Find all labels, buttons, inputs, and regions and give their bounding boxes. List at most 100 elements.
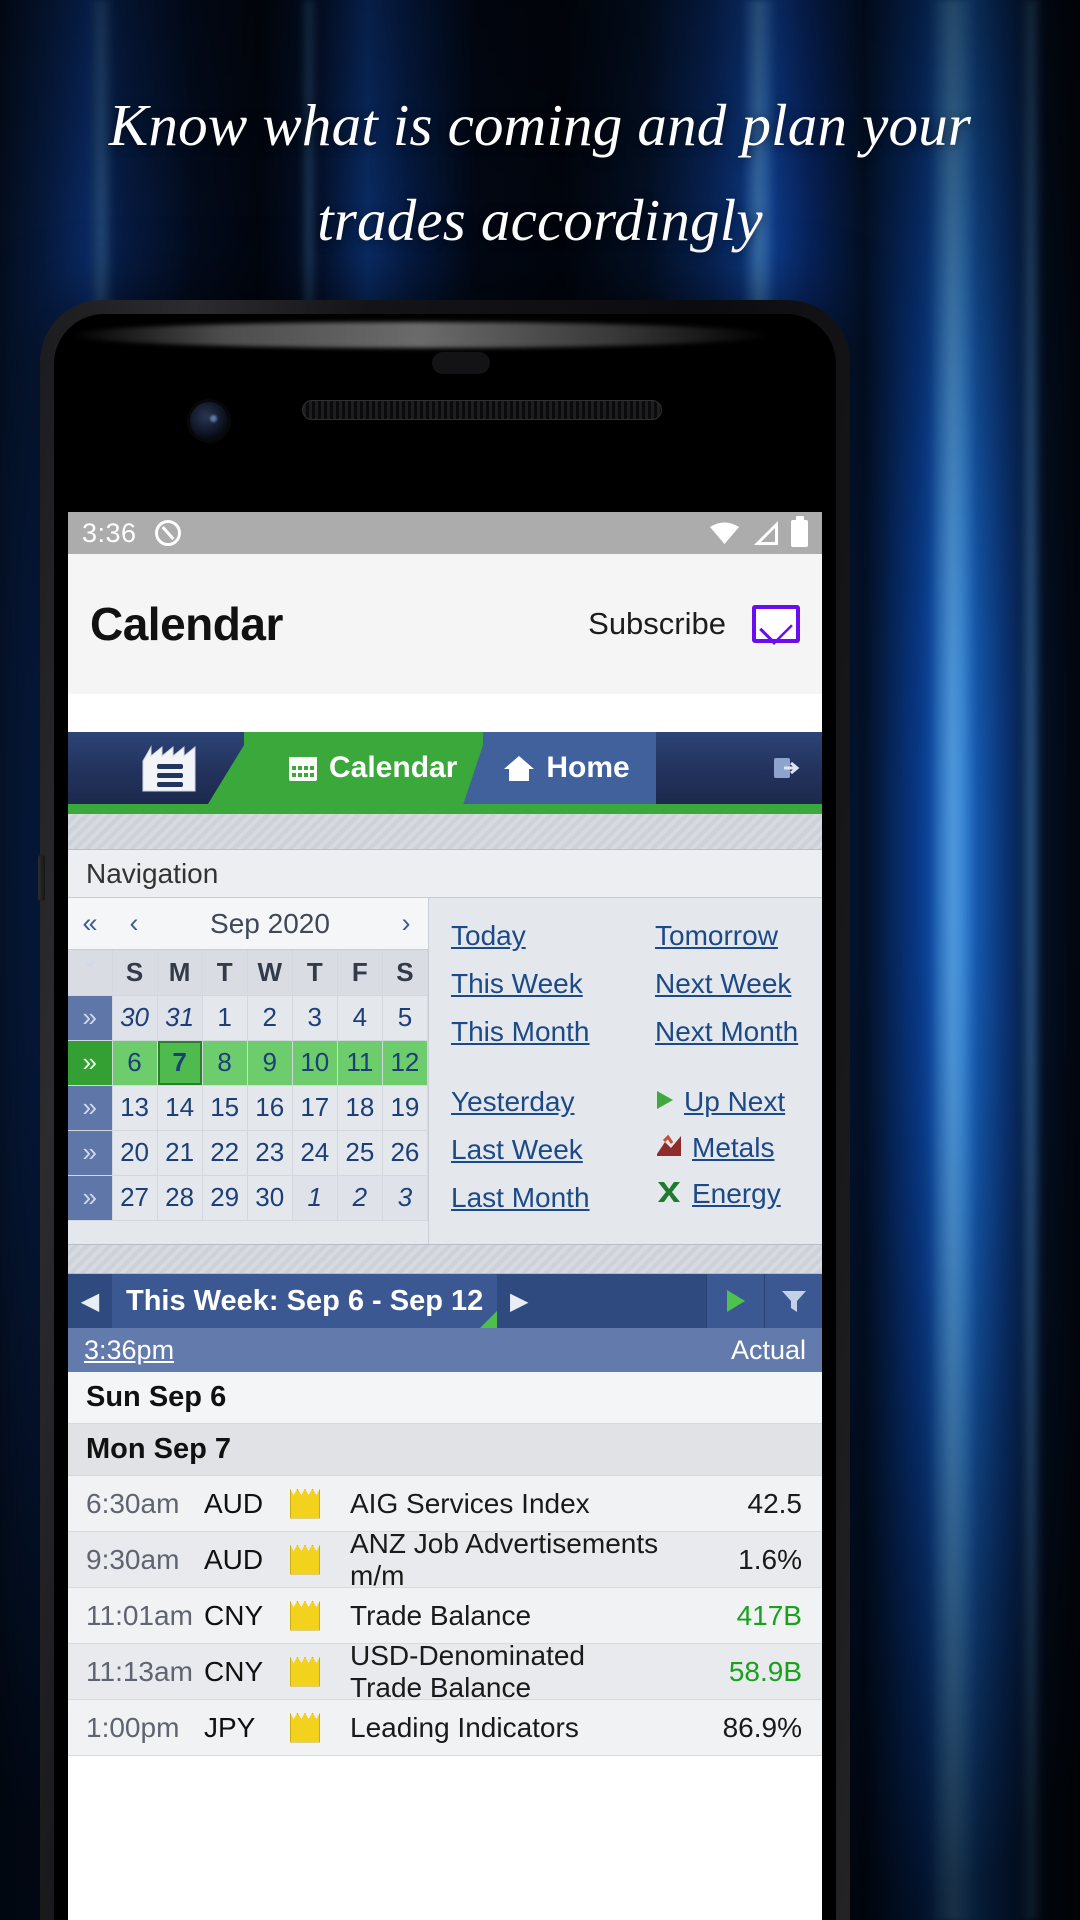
- table-row[interactable]: 11:01am CNY Trade Balance 417B: [68, 1588, 822, 1644]
- current-time-label[interactable]: 3:36pm: [84, 1335, 174, 1366]
- tab-home[interactable]: Home: [483, 732, 656, 804]
- calendar-day-cell[interactable]: 15: [202, 1085, 248, 1131]
- prev-week-button[interactable]: ◀: [68, 1274, 112, 1328]
- week-select-button[interactable]: »: [68, 995, 113, 1041]
- event-name[interactable]: Leading Indicators: [350, 1712, 662, 1744]
- event-name[interactable]: Trade Balance: [350, 1600, 662, 1632]
- logout-icon[interactable]: [770, 753, 800, 783]
- quick-link[interactable]: This Week: [451, 968, 629, 1000]
- calendar-day-cell[interactable]: 26: [382, 1130, 429, 1176]
- quick-link[interactable]: Tomorrow: [655, 920, 798, 952]
- calendar-day-cell[interactable]: 28: [157, 1175, 203, 1221]
- quick-link[interactable]: Today: [451, 920, 629, 952]
- play-icon[interactable]: [706, 1274, 764, 1328]
- quick-link[interactable]: Next Month: [655, 1016, 798, 1048]
- calendar-day-cell[interactable]: 25: [337, 1130, 383, 1176]
- event-impact: [290, 1712, 350, 1743]
- subscribe-label[interactable]: Subscribe: [588, 606, 726, 642]
- event-impact: [290, 1544, 350, 1575]
- calendar-day-cell[interactable]: 5: [382, 995, 429, 1041]
- calendar-day-cell[interactable]: 1: [202, 995, 248, 1041]
- calendar-day-cell[interactable]: 8: [202, 1040, 248, 1086]
- calendar-day-cell[interactable]: 7: [157, 1040, 203, 1086]
- navigation-section-header: Navigation: [68, 850, 822, 898]
- calendar-day-cell[interactable]: 13: [112, 1085, 158, 1131]
- quick-link[interactable]: Last Month: [451, 1182, 629, 1214]
- calendar-day-cell[interactable]: 10: [292, 1040, 338, 1086]
- calendar-day-cell[interactable]: 12: [382, 1040, 429, 1086]
- calendar-day-cell[interactable]: 27: [112, 1175, 158, 1221]
- calendar-day-cell[interactable]: 23: [247, 1130, 293, 1176]
- quick-link[interactable]: Last Week: [451, 1134, 629, 1166]
- headline-line-2: trades accordingly: [317, 187, 763, 253]
- weekday-header: M: [157, 950, 203, 996]
- table-row[interactable]: 1:00pm JPY Leading Indicators 86.9%: [68, 1700, 822, 1756]
- energy-icon: [655, 1180, 683, 1209]
- quick-link[interactable]: Energy: [692, 1178, 781, 1210]
- event-currency: AUD: [204, 1487, 264, 1519]
- calendar-day-cell[interactable]: 31: [157, 995, 203, 1041]
- week-range-label[interactable]: This Week: Sep 6 - Sep 12: [112, 1274, 498, 1328]
- next-month-button[interactable]: ›: [384, 908, 428, 939]
- calendar-gutter-header[interactable]: ˇ: [68, 950, 113, 996]
- event-currency: CNY: [204, 1599, 264, 1631]
- quick-link[interactable]: Next Week: [655, 968, 798, 1000]
- calendar-week-row[interactable]: » 6 7 8 9 10 11 12: [68, 1040, 429, 1086]
- page-title: Calendar: [90, 598, 283, 650]
- next-week-button[interactable]: ▶: [497, 1274, 541, 1328]
- calendar-day-cell[interactable]: 2: [247, 995, 293, 1041]
- envelope-icon[interactable]: [752, 605, 800, 643]
- calendar-day-cell[interactable]: 9: [247, 1040, 293, 1086]
- calendar-day-cell[interactable]: 20: [112, 1130, 158, 1176]
- calendar-day-cell[interactable]: 18: [337, 1085, 383, 1131]
- event-name[interactable]: AIG Services Index: [350, 1488, 662, 1520]
- promo-headline: Know what is coming and plan your trades…: [0, 78, 1080, 268]
- week-select-button[interactable]: »: [68, 1175, 113, 1221]
- quick-link[interactable]: Yesterday: [451, 1086, 629, 1118]
- do-not-disturb-icon: [154, 520, 181, 546]
- week-select-button[interactable]: »: [68, 1130, 113, 1176]
- calendar-week-row[interactable]: » 13 14 15 16 17 18 19: [68, 1085, 429, 1131]
- metals-icon: [655, 1134, 683, 1163]
- quick-link-row[interactable]: Energy: [655, 1178, 798, 1210]
- calendar-day-cell[interactable]: 30: [112, 995, 158, 1041]
- calendar-day-cell[interactable]: 30: [247, 1175, 293, 1221]
- calendar-day-cell[interactable]: 19: [382, 1085, 429, 1131]
- calendar-day-cell[interactable]: 11: [337, 1040, 383, 1086]
- quick-link[interactable]: This Month: [451, 1016, 629, 1048]
- event-name[interactable]: ANZ Job Advertisements m/m: [350, 1528, 662, 1592]
- phone-bezel: 3:36 Calendar Subscribe Calendar Home Na…: [54, 314, 836, 1920]
- calendar-day-cell[interactable]: 4: [337, 995, 383, 1041]
- calendar-day-cell[interactable]: 14: [157, 1085, 203, 1131]
- quick-link-row[interactable]: Up Next: [655, 1086, 798, 1118]
- calendar-day-cell[interactable]: 24: [292, 1130, 338, 1176]
- calendar-day-cell[interactable]: 17: [292, 1085, 338, 1131]
- table-row[interactable]: 11:13am CNY USD-Denominated Trade Balance 5…: [68, 1640, 822, 1703]
- table-row[interactable]: 6:30am AUD AIG Services Index 42.5: [68, 1476, 822, 1532]
- first-month-button[interactable]: «: [68, 908, 112, 939]
- quick-link-row[interactable]: Metals: [655, 1132, 798, 1164]
- week-select-button[interactable]: »: [68, 1040, 113, 1086]
- prev-month-button[interactable]: ‹: [112, 908, 156, 939]
- tab-calendar[interactable]: Calendar: [244, 732, 484, 804]
- volume-button[interactable]: [38, 855, 45, 901]
- calendar-day-cell[interactable]: 2: [337, 1175, 383, 1221]
- filter-icon[interactable]: [764, 1274, 822, 1328]
- calendar-day-cell[interactable]: 3: [292, 995, 338, 1041]
- app-header-spacer: [68, 694, 822, 732]
- week-select-button[interactable]: »: [68, 1085, 113, 1131]
- calendar-day-cell[interactable]: 29: [202, 1175, 248, 1221]
- calendar-day-cell[interactable]: 22: [202, 1130, 248, 1176]
- calendar-day-cell[interactable]: 6: [112, 1040, 158, 1086]
- quick-link[interactable]: Metals: [692, 1132, 774, 1164]
- calendar-week-row[interactable]: » 30 31 1 2 3 4 5: [68, 995, 429, 1041]
- table-row[interactable]: 9:30am AUD ANZ Job Advertisements m/m 1.6%: [68, 1528, 822, 1591]
- calendar-week-row[interactable]: » 20 21 22 23 24 25 26: [68, 1130, 429, 1176]
- calendar-day-cell[interactable]: 3: [382, 1175, 429, 1221]
- calendar-day-cell[interactable]: 1: [292, 1175, 338, 1221]
- calendar-day-cell[interactable]: 21: [157, 1130, 203, 1176]
- quick-link[interactable]: Up Next: [684, 1086, 785, 1118]
- calendar-day-cell[interactable]: 16: [247, 1085, 293, 1131]
- calendar-week-row[interactable]: » 27 28 29 30 1 2 3: [68, 1175, 429, 1221]
- event-name[interactable]: USD-Denominated Trade Balance: [350, 1640, 662, 1704]
